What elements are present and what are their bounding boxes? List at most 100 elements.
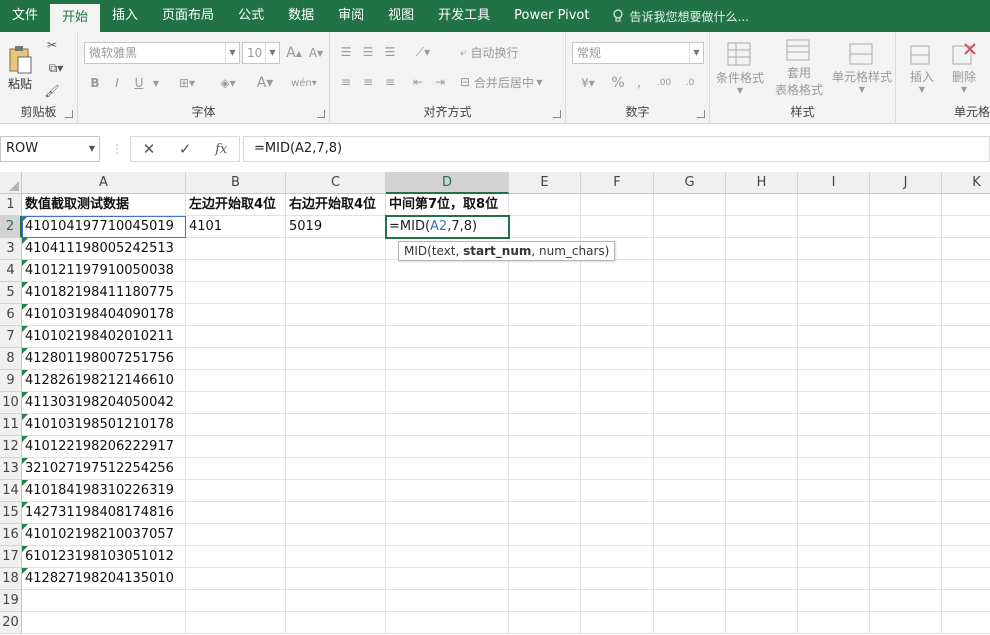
formula-input[interactable]: =MID(A2,7,8): [243, 136, 990, 162]
cell-b3[interactable]: [186, 238, 286, 260]
format-as-table-button[interactable]: 套用 表格格式: [768, 36, 830, 100]
cell-e17[interactable]: [509, 546, 581, 568]
cell-a1[interactable]: 数值截取测试数据: [22, 194, 186, 216]
cell-h2[interactable]: [726, 216, 798, 238]
cell-e10[interactable]: [509, 392, 581, 414]
cell-d11[interactable]: [386, 414, 509, 436]
cell-d14[interactable]: [386, 480, 509, 502]
cell-g20[interactable]: [654, 612, 726, 634]
row-header-1[interactable]: 1: [0, 194, 22, 216]
select-all-corner[interactable]: [0, 172, 22, 194]
cell-h14[interactable]: [726, 480, 798, 502]
active-cell-d2[interactable]: =MID(A2,7,8): [385, 215, 510, 239]
cell-c3[interactable]: [286, 238, 386, 260]
cell-b4[interactable]: [186, 260, 286, 282]
cell-g3[interactable]: [654, 238, 726, 260]
cell-c6[interactable]: [286, 304, 386, 326]
cell-b19[interactable]: [186, 590, 286, 612]
chevron-down-icon[interactable]: ▼: [150, 72, 162, 94]
cell-c14[interactable]: [286, 480, 386, 502]
increase-decimal-icon[interactable]: .00: [652, 72, 676, 94]
cell-i11[interactable]: [798, 414, 870, 436]
cell-e9[interactable]: [509, 370, 581, 392]
cell-e14[interactable]: [509, 480, 581, 502]
cell-c4[interactable]: [286, 260, 386, 282]
tab-insert[interactable]: 插入: [100, 0, 150, 32]
cell-e6[interactable]: [509, 304, 581, 326]
cell-h3[interactable]: [726, 238, 798, 260]
tab-page-layout[interactable]: 页面布局: [150, 0, 226, 32]
cell-j4[interactable]: [870, 260, 942, 282]
cell-h1[interactable]: [726, 194, 798, 216]
cell-styles-button[interactable]: 单元格样式 ▼: [830, 36, 894, 100]
cell-j2[interactable]: [870, 216, 942, 238]
cell-i15[interactable]: [798, 502, 870, 524]
phonetic-icon[interactable]: wén▾: [288, 72, 320, 94]
cell-j1[interactable]: [870, 194, 942, 216]
cell-g13[interactable]: [654, 458, 726, 480]
cell-c15[interactable]: [286, 502, 386, 524]
cell-d4[interactable]: [386, 260, 509, 282]
tab-home[interactable]: 开始: [50, 4, 101, 32]
cell-k20[interactable]: [942, 612, 990, 634]
cell-i6[interactable]: [798, 304, 870, 326]
row-header-5[interactable]: 5: [0, 282, 22, 304]
cell-i18[interactable]: [798, 568, 870, 590]
align-right-icon[interactable]: ≡: [380, 72, 400, 92]
decrease-indent-icon[interactable]: ⇤: [408, 72, 428, 92]
cell-k16[interactable]: [942, 524, 990, 546]
cell-f19[interactable]: [581, 590, 654, 612]
cell-b18[interactable]: [186, 568, 286, 590]
row-header-2[interactable]: 2: [0, 216, 22, 238]
tab-review[interactable]: 审阅: [326, 0, 376, 32]
column-header-j[interactable]: J: [870, 172, 942, 194]
cell-j20[interactable]: [870, 612, 942, 634]
name-box[interactable]: ROW ▼: [0, 136, 100, 162]
cell-k9[interactable]: [942, 370, 990, 392]
cell-b17[interactable]: [186, 546, 286, 568]
font-name-combo[interactable]: 微软雅黑 ▼: [84, 42, 240, 64]
font-size-combo[interactable]: 10 ▼: [242, 42, 280, 64]
cell-a12[interactable]: 410122198206222917: [22, 436, 186, 458]
cell-b6[interactable]: [186, 304, 286, 326]
row-header-3[interactable]: 3: [0, 238, 22, 260]
column-header-e[interactable]: E: [509, 172, 581, 194]
cell-k14[interactable]: [942, 480, 990, 502]
cell-h20[interactable]: [726, 612, 798, 634]
column-header-d[interactable]: D: [386, 172, 509, 194]
underline-button[interactable]: U: [130, 72, 148, 94]
cell-h10[interactable]: [726, 392, 798, 414]
cell-g8[interactable]: [654, 348, 726, 370]
borders-icon[interactable]: ⊞▾: [172, 72, 202, 94]
row-header-12[interactable]: 12: [0, 436, 22, 458]
cell-g12[interactable]: [654, 436, 726, 458]
merge-center-button[interactable]: ⊟ 合并后居中 ▼: [460, 72, 564, 92]
cell-g4[interactable]: [654, 260, 726, 282]
grow-font-icon[interactable]: A ▲: [284, 42, 304, 64]
cell-c20[interactable]: [286, 612, 386, 634]
row-header-13[interactable]: 13: [0, 458, 22, 480]
cell-i19[interactable]: [798, 590, 870, 612]
cell-a13[interactable]: 321027197512254256: [22, 458, 186, 480]
cell-f5[interactable]: [581, 282, 654, 304]
row-header-18[interactable]: 18: [0, 568, 22, 590]
tab-data[interactable]: 数据: [276, 0, 326, 32]
cell-d9[interactable]: [386, 370, 509, 392]
cell-k12[interactable]: [942, 436, 990, 458]
cell-c1[interactable]: 右边开始取4位: [286, 194, 386, 216]
row-header-9[interactable]: 9: [0, 370, 22, 392]
cell-i8[interactable]: [798, 348, 870, 370]
cell-i17[interactable]: [798, 546, 870, 568]
cell-d6[interactable]: [386, 304, 509, 326]
cell-h13[interactable]: [726, 458, 798, 480]
cell-f6[interactable]: [581, 304, 654, 326]
cell-g11[interactable]: [654, 414, 726, 436]
cell-i20[interactable]: [798, 612, 870, 634]
cell-k2[interactable]: [942, 216, 990, 238]
cell-e18[interactable]: [509, 568, 581, 590]
cell-g6[interactable]: [654, 304, 726, 326]
cell-e15[interactable]: [509, 502, 581, 524]
tab-developer[interactable]: 开发工具: [426, 0, 502, 32]
cell-k5[interactable]: [942, 282, 990, 304]
cell-d13[interactable]: [386, 458, 509, 480]
